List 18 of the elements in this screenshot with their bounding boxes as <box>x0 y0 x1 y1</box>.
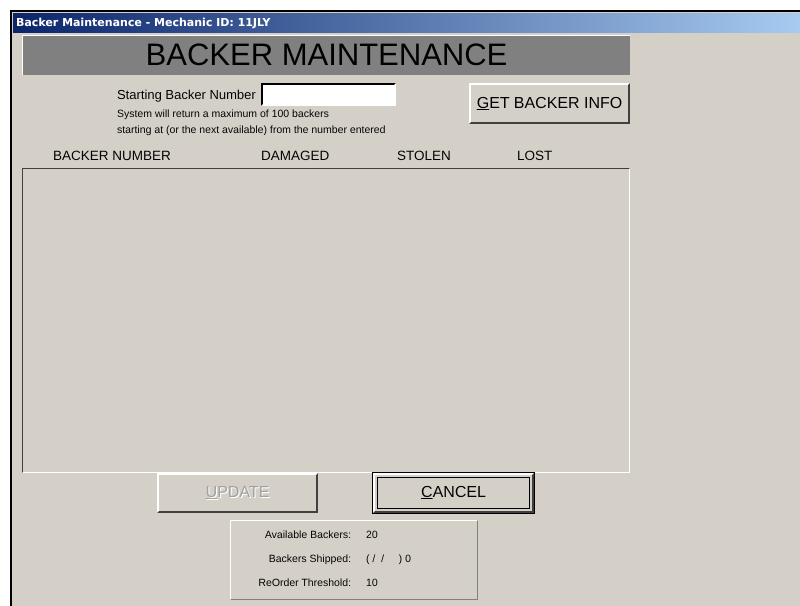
action-button[interactable]: CANCEL <box>373 473 534 513</box>
summary-value: 10 <box>366 577 378 591</box>
column-header: LOST <box>517 148 552 163</box>
summary-value: 20 <box>366 529 378 543</box>
hint-text: System will return a maximum of 100 backers <box>117 107 330 122</box>
action-button[interactable]: GET BACKER INFO <box>469 83 630 124</box>
column-header: BACKER NUMBER <box>53 148 171 163</box>
summary-value: ( / / ) 0 <box>366 553 411 567</box>
column-header: STOLEN <box>397 148 451 163</box>
summary-label: Backers Shipped: <box>268 553 351 567</box>
summary-label: Available Backers: <box>264 529 351 543</box>
input-field[interactable] <box>260 83 396 106</box>
hint-text: starting at (or the next available) from the number entered <box>117 123 386 138</box>
summary-label: ReOrder Threshold: <box>257 577 351 591</box>
column-header: DAMAGED <box>261 148 330 163</box>
window-title: Backer Maintenance - Mechanic ID: 11JLY <box>13 13 800 33</box>
field-label: Starting Backer Number <box>117 87 256 102</box>
page-heading: BACKER MAINTENANCE <box>22 35 630 75</box>
